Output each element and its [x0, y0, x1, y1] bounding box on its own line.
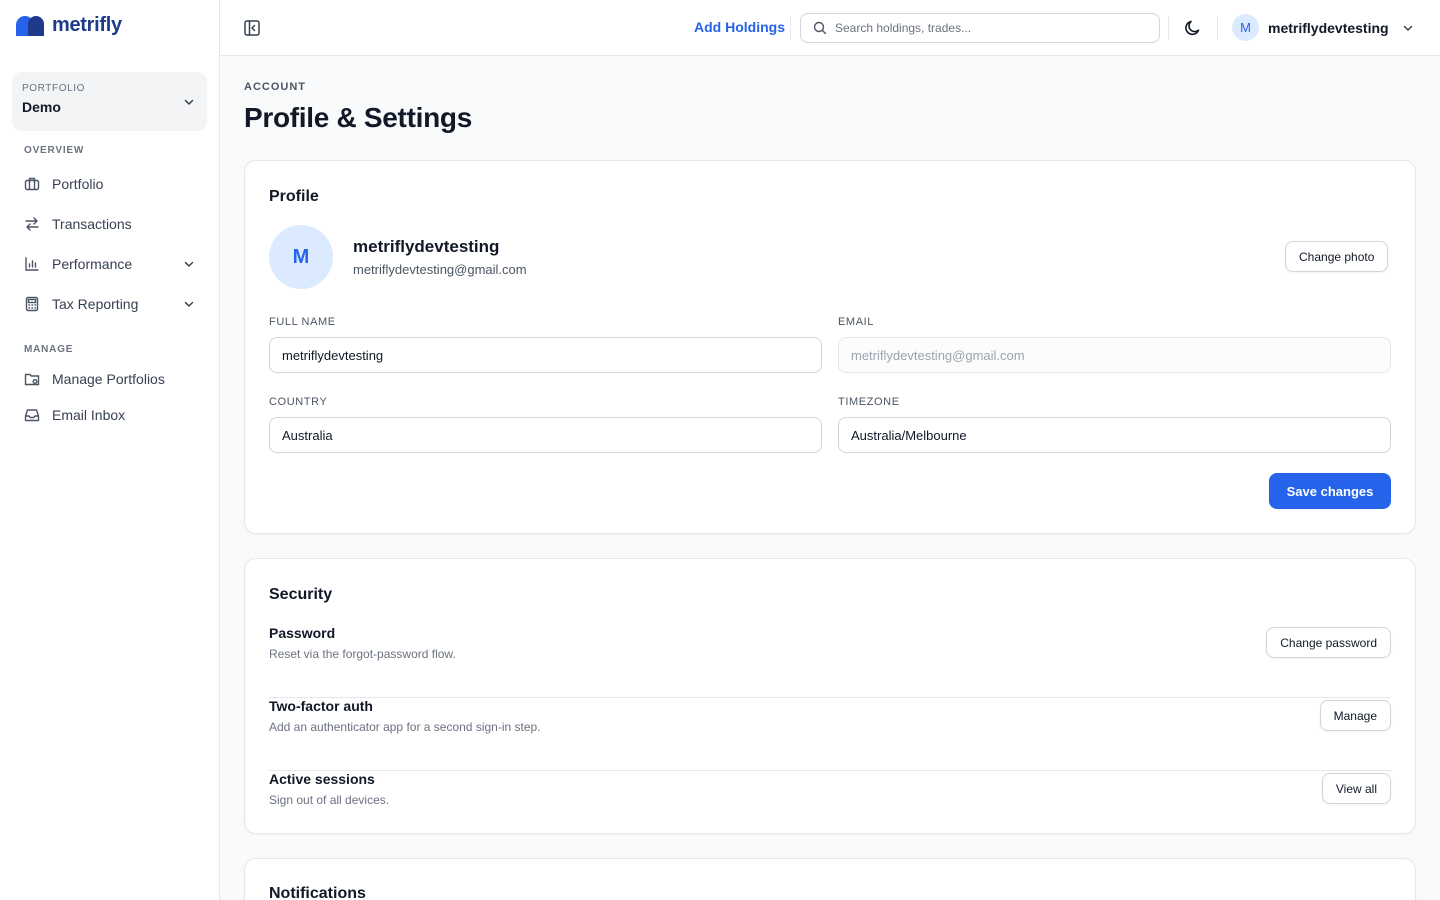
- chevron-down-icon: [1403, 25, 1412, 31]
- notifications-card-title: Notifications: [269, 885, 366, 900]
- security-row-title: Active sessions: [269, 771, 375, 787]
- sidebar-item-label: Email Inbox: [52, 407, 126, 423]
- divider: [790, 16, 791, 40]
- full-name-label: FULL NAME: [269, 316, 336, 328]
- divider: [1168, 16, 1169, 40]
- profile-email: metriflydevtesting@gmail.com: [353, 262, 527, 277]
- security-row-password: Password Reset via the forgot-password f…: [269, 625, 1391, 698]
- metrifly-logo-icon: [16, 15, 44, 36]
- folder-settings-icon: [24, 373, 40, 386]
- sidebar-collapse-icon[interactable]: [242, 18, 262, 38]
- sidebar-item-performance[interactable]: Performance: [12, 246, 207, 282]
- sidebar-item-portfolio[interactable]: Portfolio: [12, 166, 207, 202]
- add-holdings-link[interactable]: Add Holdings: [694, 19, 785, 35]
- portfolio-selector[interactable]: PORTFOLIO Demo: [12, 72, 207, 131]
- brand-name: metrifly: [52, 14, 122, 36]
- moon-icon[interactable]: [1183, 18, 1203, 38]
- sidebar-item-manage-portfolios[interactable]: Manage Portfolios: [12, 361, 207, 397]
- security-row-desc: Sign out of all devices.: [269, 793, 390, 807]
- briefcase-icon: [24, 177, 40, 191]
- security-row-two-factor: Two-factor auth Add an authenticator app…: [269, 698, 1391, 771]
- country-label: COUNTRY: [269, 396, 328, 408]
- view-all-sessions-button[interactable]: View all: [1321, 773, 1391, 804]
- nav-section-manage: MANAGE: [24, 344, 74, 355]
- timezone-label: TIMEZONE: [838, 396, 900, 408]
- search-box[interactable]: [800, 13, 1160, 43]
- sidebar-item-label: Manage Portfolios: [52, 371, 165, 387]
- profile-card-title: Profile: [269, 188, 319, 205]
- email-label: EMAIL: [838, 316, 875, 328]
- portfolio-label: PORTFOLIO: [22, 83, 86, 94]
- manage-2fa-button[interactable]: Manage: [1319, 700, 1391, 731]
- full-name-field[interactable]: [269, 337, 822, 373]
- notifications-card: Notifications: [244, 858, 1416, 900]
- sidebar-item-label: Transactions: [52, 216, 132, 232]
- search-icon: [813, 21, 827, 35]
- user-menu[interactable]: M metriflydevtesting: [1232, 14, 1414, 41]
- main-content: ACCOUNT Profile & Settings Profile M met…: [244, 56, 1416, 900]
- avatar: M: [1232, 14, 1259, 41]
- portfolio-value: Demo: [22, 99, 61, 115]
- calculator-icon: [25, 296, 39, 312]
- sidebar-item-email-inbox[interactable]: Email Inbox: [12, 397, 207, 433]
- divider: [1217, 16, 1218, 40]
- sidebar: metrifly PORTFOLIO Demo OVERVIEW Portfol…: [0, 0, 220, 900]
- sidebar-item-tax-reporting[interactable]: Tax Reporting: [12, 286, 207, 322]
- security-row-desc: Reset via the forgot-password flow.: [269, 647, 456, 661]
- search-input[interactable]: [835, 21, 1135, 35]
- inbox-icon: [24, 409, 40, 422]
- change-photo-button[interactable]: Change photo: [1285, 241, 1389, 272]
- page-eyebrow: ACCOUNT: [244, 81, 306, 93]
- country-field[interactable]: [269, 417, 822, 453]
- timezone-field[interactable]: [838, 417, 1391, 453]
- user-name: metriflydevtesting: [1268, 19, 1389, 36]
- bar-chart-icon: [25, 257, 39, 271]
- security-row-title: Two-factor auth: [269, 698, 373, 714]
- chevron-down-icon: [184, 99, 194, 105]
- profile-card: Profile M metriflydevtesting metriflydev…: [244, 160, 1416, 534]
- avatar: M: [269, 225, 333, 289]
- chevron-down-icon: [184, 261, 194, 267]
- security-card-title: Security: [269, 586, 333, 603]
- security-card: Security Password Reset via the forgot-p…: [244, 558, 1416, 834]
- sidebar-item-label: Portfolio: [52, 176, 104, 192]
- profile-name: metriflydevtesting: [353, 237, 500, 256]
- page-title: Profile & Settings: [244, 102, 472, 133]
- sidebar-item-transactions[interactable]: Transactions: [12, 206, 207, 242]
- email-field: [838, 337, 1391, 373]
- chevron-down-icon: [184, 301, 194, 307]
- save-changes-button[interactable]: Save changes: [1269, 473, 1391, 509]
- arrows-swap-icon: [25, 217, 39, 231]
- brand-logo[interactable]: metrifly: [16, 14, 122, 37]
- sidebar-item-label: Performance: [52, 256, 133, 272]
- change-password-button[interactable]: Change password: [1266, 627, 1391, 658]
- sidebar-item-label: Tax Reporting: [52, 296, 139, 312]
- security-row-desc: Add an authenticator app for a second si…: [269, 720, 541, 734]
- security-row-sessions: Active sessions Sign out of all devices.…: [269, 771, 1391, 831]
- nav-section-overview: OVERVIEW: [24, 145, 85, 156]
- security-row-title: Password: [269, 625, 336, 641]
- topbar: Add Holdings M metriflydevtesting: [220, 0, 1440, 56]
